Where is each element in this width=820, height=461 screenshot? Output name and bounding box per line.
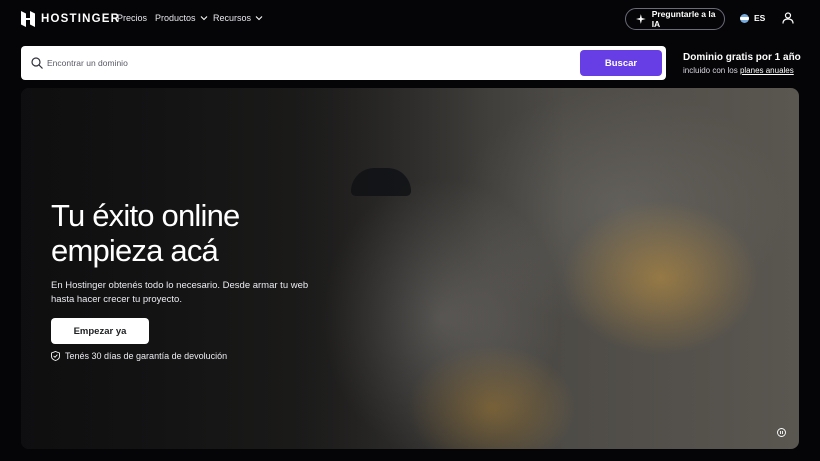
hero-overlay	[21, 88, 799, 449]
search-icon	[31, 57, 43, 69]
user-icon[interactable]	[782, 12, 794, 24]
sparkle-icon	[636, 14, 646, 24]
nav-link-productos[interactable]: Productos	[155, 13, 208, 23]
top-navigation: HOSTINGER Precios Productos Recursos Pre…	[0, 0, 820, 38]
hero-description: En Hostinger obtenés todo lo necesario. …	[51, 280, 309, 305]
language-label: ES	[754, 13, 766, 23]
money-back-guarantee: Tenés 30 días de garantía de devolución	[51, 351, 227, 361]
nav-link-label: Precios	[117, 13, 148, 23]
nav-link-recursos[interactable]: Recursos	[213, 13, 263, 23]
brand-name: HOSTINGER	[41, 13, 121, 25]
language-selector[interactable]: ES	[740, 13, 765, 23]
chevron-down-icon	[255, 16, 263, 21]
promo-title: Dominio gratis por 1 año	[683, 52, 801, 63]
hostinger-logo-icon	[21, 11, 35, 27]
promo-prefix: incluido con los	[683, 66, 738, 75]
search-button[interactable]: Buscar	[580, 50, 662, 76]
hero-banner	[21, 88, 799, 449]
hero-title: Tu éxito online empieza acá	[51, 198, 240, 268]
hostinger-logo[interactable]: HOSTINGER	[21, 11, 120, 27]
nav-link-precios[interactable]: Precios	[117, 13, 147, 23]
domain-search-input[interactable]	[47, 54, 587, 72]
annual-plans-link[interactable]: planes anuales	[740, 66, 794, 75]
hero-title-line: Tu éxito online	[51, 198, 240, 233]
pause-icon[interactable]	[777, 428, 786, 437]
promo-subtitle: incluido con los planes anuales	[683, 66, 794, 75]
chevron-down-icon	[200, 16, 207, 21]
shield-check-icon	[51, 351, 60, 361]
ask-ai-label: Preguntarle a la IA	[651, 9, 716, 29]
hero-title-line: empieza acá	[51, 233, 219, 268]
domain-search-bar: Buscar	[21, 46, 666, 80]
nav-link-label: Recursos	[213, 13, 252, 23]
ask-ai-button[interactable]: Preguntarle a la IA	[625, 8, 725, 30]
flag-icon	[740, 13, 749, 23]
nav-link-label: Productos	[155, 13, 196, 23]
get-started-button[interactable]: Empezar ya	[51, 318, 149, 344]
guarantee-text: Tenés 30 días de garantía de devolución	[65, 351, 228, 361]
